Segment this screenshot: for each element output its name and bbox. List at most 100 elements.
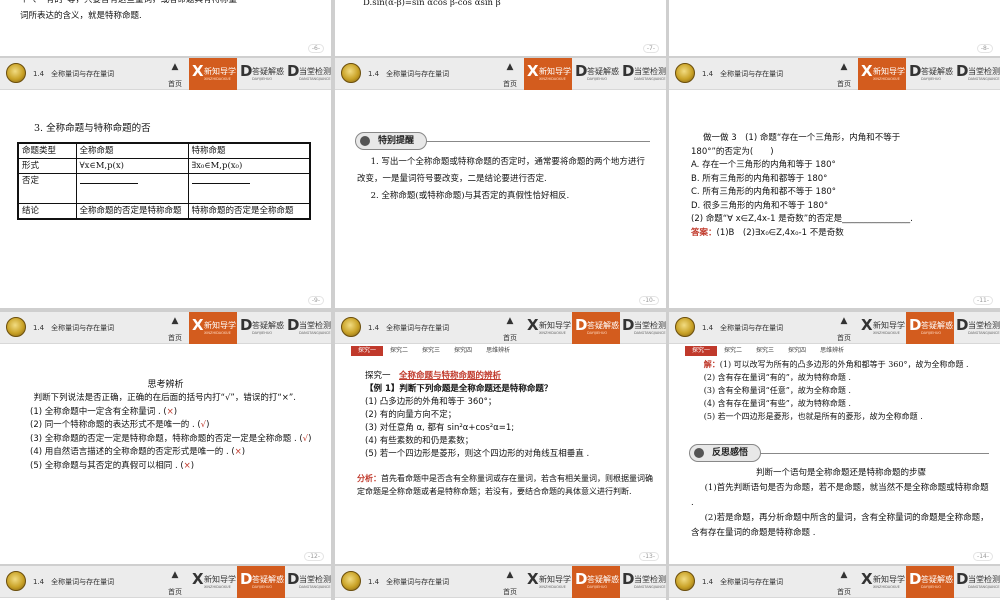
tab-dangtang[interactable]: D 当堂检测 DANGTANGJIANCE	[284, 566, 331, 598]
table-cell: 命题类型	[17, 142, 77, 159]
answer-blank	[191, 175, 250, 184]
solution-line: (4) 含有存在量词“有些”，故为特称命题 .	[703, 399, 851, 408]
tab-dangtang[interactable]: D 当堂检测 DANGTANGJIANCE	[619, 58, 666, 90]
tab-xinzhi[interactable]: X 新知导学 XINZHIDAOXUE	[189, 566, 237, 598]
tab-dangtang[interactable]: D 当堂检测 DANGTANGJIANCE	[284, 58, 331, 90]
slide-page-10: 1.4 全称量词与存在量词 ▲ 首页 X 新知导学 XINZHIDAOXUE D 答疑解…	[335, 58, 666, 308]
slide-page-13: 1.4 全称量词与存在量词 ▲ 首页 X 新知导学 XINZHIDAOXUE D 答疑解…	[335, 312, 666, 564]
slide-page-9: 1.4 全称量词与存在量词 ▲ 首页 X 新知导学 XINZHIDAOXUE D 答疑解…	[0, 58, 331, 308]
slide-page-7: D.sin(α-β)=sin αcos β-cos αsin β -7-	[335, 0, 666, 56]
slide-header: 1.4 全称量词与存在量词 ▲ 首页 X 新知导学 XINZHIDAOXUE D 答疑解…	[669, 312, 1000, 344]
page-number: -11-	[973, 296, 993, 305]
tab-thinking[interactable]: 思维辨析	[479, 346, 517, 356]
table-cell: 全称命题	[75, 142, 189, 159]
solution-label: 解：	[703, 359, 720, 369]
home-icon: ▲	[840, 62, 848, 72]
tab-explore-3[interactable]: 探究三	[749, 346, 781, 356]
option-b: B. 所有三角形的内角和都等于 180°	[691, 173, 828, 184]
section-title: 1.4 全称量词与存在量词	[368, 70, 450, 78]
home-icon: ▲	[506, 316, 514, 326]
table-cell: 否定	[17, 173, 77, 204]
home-icon: ▲	[171, 62, 179, 72]
tab-dayi[interactable]: D 答疑解惑 DAYIJIEHUO	[237, 58, 285, 90]
tab-dayi[interactable]: D 答疑解惑 DAYIJIEHUO	[237, 312, 285, 344]
home-button[interactable]: ▲ 首页	[832, 316, 856, 343]
home-button[interactable]: ▲ 首页	[163, 62, 187, 89]
tab-dayi[interactable]: D 答疑解惑 DAYIJIEHUO	[906, 58, 954, 90]
answer-mark: ×	[166, 406, 174, 417]
tab-dayi[interactable]: D 答疑解惑 DAYIJIEHUO	[906, 312, 954, 344]
tab-xinzhi[interactable]: X 新知导学 XINZHIDAOXUE	[189, 58, 237, 90]
tab-xinzhi[interactable]: X 新知导学 XINZHIDAOXUE	[189, 312, 237, 344]
slide-page-6: 个”、“有的”等，只要含有这些量词，或者命题具有特称量 词所表达的含义，就是特称…	[0, 0, 331, 56]
bullet-icon	[360, 136, 370, 146]
list-item: (3) 对任意角 α, 都有 sin²α+cos²α=1;	[365, 423, 515, 433]
tab-explore-2[interactable]: 探究二	[383, 346, 415, 356]
school-logo	[675, 571, 695, 591]
slide-header: 1.4 全称量词与存在量词 ▲ 首页 X 新知导学 XINZHIDAOXUE D 答疑解…	[335, 312, 666, 344]
home-button[interactable]: ▲ 首页	[163, 316, 187, 343]
tab-xinzhi[interactable]: X 新知导学 XINZHIDAOXUE	[858, 566, 906, 598]
answer-blank	[79, 175, 138, 184]
school-logo	[6, 63, 26, 83]
home-button[interactable]: ▲ 首页	[498, 62, 522, 89]
slide-page-8: -8-	[669, 0, 1000, 56]
table-row: 形式 ∀x∈M,p(x) ∃x₀∈M,p(x₀)	[17, 158, 311, 174]
tab-explore-3[interactable]: 探究三	[415, 346, 447, 356]
table-row: 结论 全称命题的否定是特称命题 特称命题的否定是全称命题	[17, 203, 311, 220]
slide-header: 1.4 全称量词与存在量词 ▲ 首页 X 新知导学 XINZHIDAOXUE D 答疑解…	[669, 58, 1000, 90]
school-logo	[675, 63, 695, 83]
tab-xinzhi[interactable]: X 新知导学 XINZHIDAOXUE	[858, 58, 906, 90]
slide-header: 1.4 全称量词与存在量词 ▲ 首页 X 新知导学 XINZHIDAOXUE D 答疑解…	[0, 58, 331, 90]
tab-dangtang[interactable]: D 当堂检测 DANGTANGJIANCE	[953, 566, 1000, 598]
slide-page-16: 1.4 全称量词与存在量词 ▲ 首页 X 新知导学 XINZHIDAOXUE D 答疑解…	[335, 566, 666, 600]
tab-dayi[interactable]: D 答疑解惑 DAYIJIEHUO	[572, 58, 620, 90]
tab-dangtang[interactable]: D 当堂检测 DANGTANGJIANCE	[953, 312, 1000, 344]
tab-xinzhi[interactable]: X 新知导学 XINZHIDAOXUE	[524, 566, 572, 598]
home-button[interactable]: ▲ 首页	[498, 570, 522, 597]
solution-line: (5) 若一个四边形是菱形，也就是所有的菱形，故为全称命题 .	[703, 412, 923, 421]
tab-explore-2[interactable]: 探究二	[717, 346, 749, 356]
tab-dayi[interactable]: D 答疑解惑 DAYIJIEHUO	[906, 566, 954, 598]
list-item: (2) 有的向量方向不定；	[365, 410, 457, 420]
tab-xinzhi[interactable]: X 新知导学 XINZHIDAOXUE	[524, 58, 572, 90]
tab-thinking[interactable]: 思维辨析	[813, 346, 851, 356]
answer-line: 答案：(1)B (2)∃x₀∈Z,4x₀-1 不是奇数	[691, 227, 991, 241]
tab-dayi[interactable]: D 答疑解惑 DAYIJIEHUO	[237, 566, 285, 598]
exercise-question: 180°”的否定为( )	[691, 146, 774, 157]
slide-page-15: 1.4 全称量词与存在量词 ▲ 首页 X 新知导学 XINZHIDAOXUE D 答疑解…	[0, 566, 331, 600]
tab-xinzhi[interactable]: X 新知导学 XINZHIDAOXUE	[524, 312, 572, 344]
slide-page-11: 1.4 全称量词与存在量词 ▲ 首页 X 新知导学 XINZHIDAOXUE D 答疑解…	[669, 58, 1000, 308]
home-icon: ▲	[171, 570, 179, 580]
tab-explore-1[interactable]: 探究一	[685, 346, 718, 356]
page-number: -10-	[639, 296, 659, 305]
analysis: 分析：首先看命题中是否含有全称量词或存在量词，若含有相关量词，则根据量词确定命题…	[357, 473, 653, 496]
tab-dangtang[interactable]: D 当堂检测 DANGTANGJIANCE	[953, 58, 1000, 90]
table-cell: 形式	[17, 158, 77, 174]
table-row: 否定	[17, 173, 311, 204]
tab-explore-4[interactable]: 探究四	[447, 346, 479, 356]
list-item: (1) 全称命题中一定含有全称量词 . (×)	[30, 406, 178, 417]
table-cell: ∀x∈M,p(x)	[75, 158, 189, 174]
home-icon: ▲	[506, 62, 514, 72]
home-button[interactable]: ▲ 首页	[163, 570, 187, 597]
slide-header: 1.4 全称量词与存在量词 ▲ 首页 X 新知导学 XINZHIDAOXUE D 答疑解…	[669, 566, 1000, 598]
tab-explore-1[interactable]: 探究一	[351, 346, 384, 356]
slide-header: 1.4 全称量词与存在量词 ▲ 首页 X 新知导学 XINZHIDAOXUE D 答疑解…	[335, 58, 666, 90]
page-number: -7-	[642, 44, 659, 53]
tab-dangtang[interactable]: D 当堂检测 DANGTANGJIANCE	[284, 312, 331, 344]
home-button[interactable]: ▲ 首页	[832, 570, 856, 597]
home-button[interactable]: ▲ 首页	[498, 316, 522, 343]
school-logo	[341, 63, 361, 83]
section-title: 1.4 全称量词与存在量词	[33, 70, 115, 78]
tab-dayi[interactable]: D 答疑解惑 DAYIJIEHUO	[572, 566, 620, 598]
home-button[interactable]: ▲ 首页	[832, 62, 856, 89]
slide-page-17: 1.4 全称量词与存在量词 ▲ 首页 X 新知导学 XINZHIDAOXUE D 答疑解…	[669, 566, 1000, 600]
tab-explore-4[interactable]: 探究四	[781, 346, 813, 356]
tab-dangtang[interactable]: D 当堂检测 DANGTANGJIANCE	[619, 566, 666, 598]
tab-xinzhi[interactable]: X 新知导学 XINZHIDAOXUE	[858, 312, 906, 344]
tab-dangtang[interactable]: D 当堂检测 DANGTANGJIANCE	[619, 312, 666, 344]
school-logo	[675, 317, 695, 337]
answer-mark: ×	[234, 447, 242, 457]
tab-dayi[interactable]: D 答疑解惑 DAYIJIEHUO	[572, 312, 620, 344]
